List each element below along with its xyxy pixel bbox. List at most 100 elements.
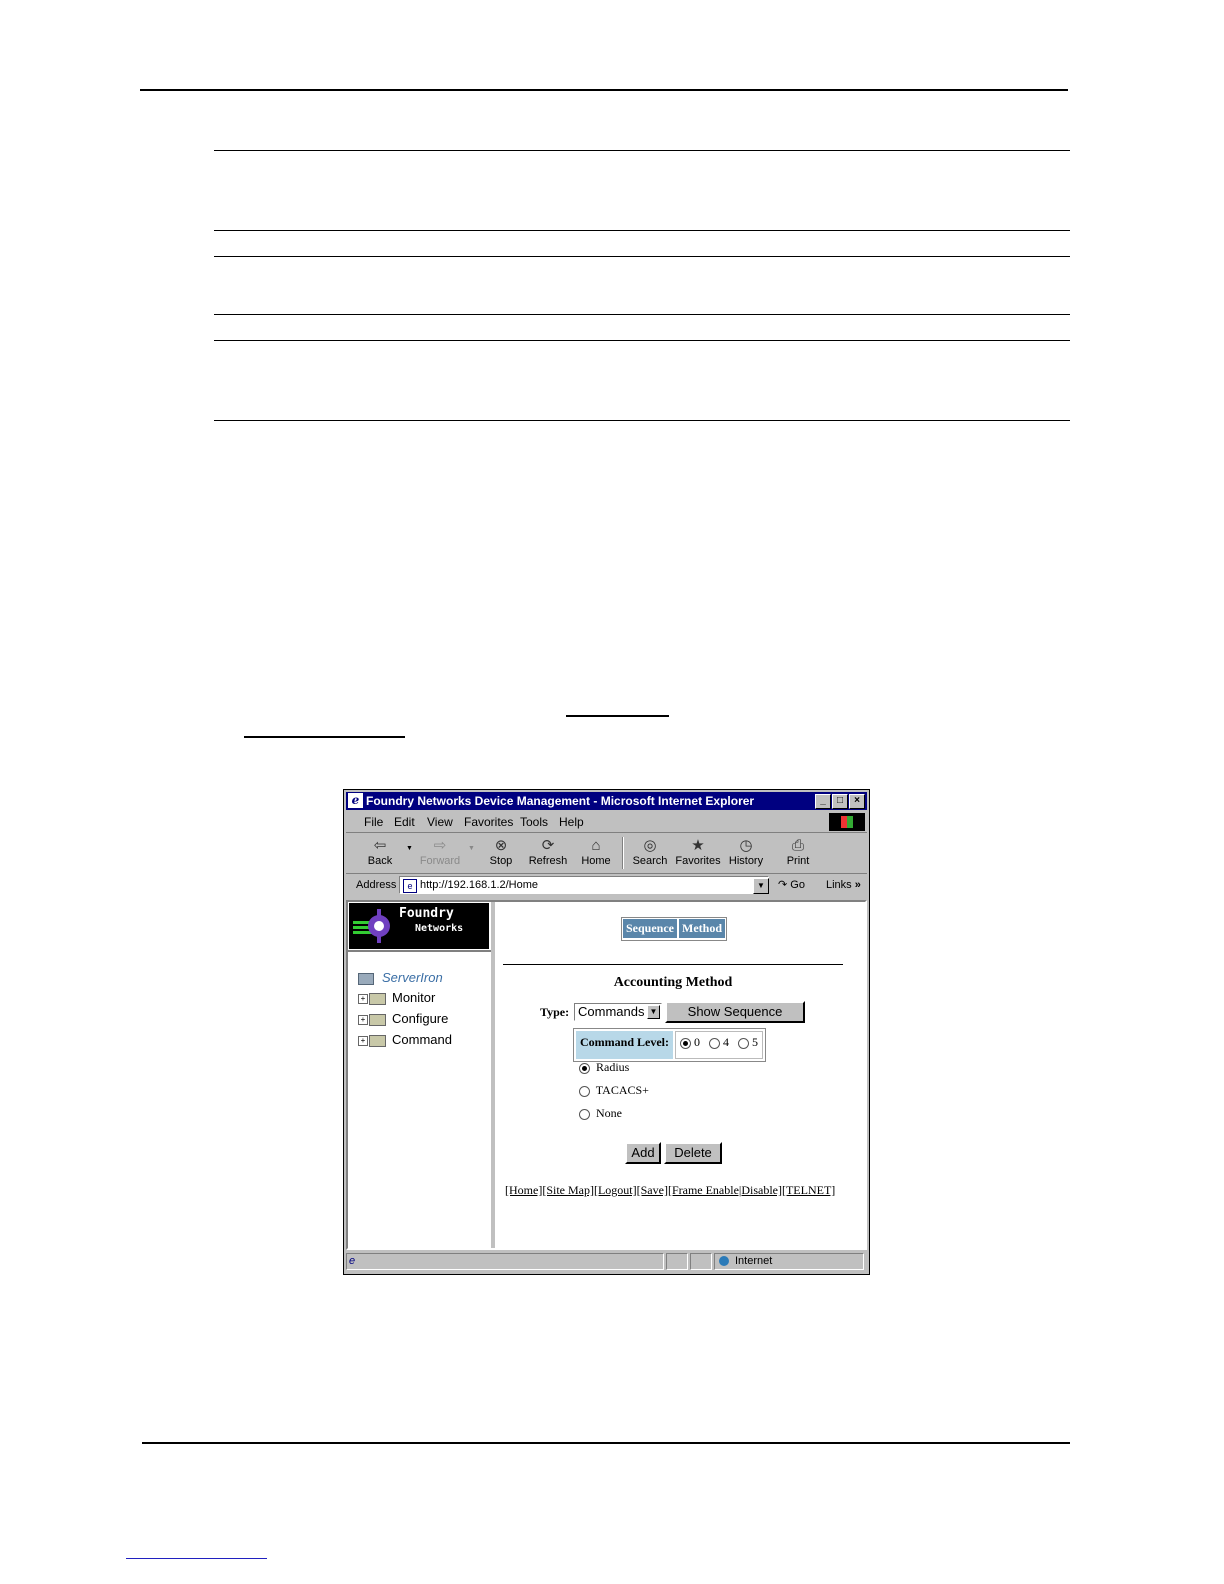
address-input[interactable]: e http://192.168.1.2/Home [399, 876, 769, 894]
level-4-radio[interactable] [709, 1037, 720, 1049]
go-arrow-icon: ↷ [778, 879, 788, 891]
print-icon: ⎙ [791, 837, 804, 854]
page-icon: e [403, 879, 417, 893]
toolbar: ⇦ Back ▼ ⇨ Forward ▼ ⊗ Stop ⟳ Refresh ⌂ Home … [346, 833, 867, 874]
server-icon [358, 972, 374, 985]
minimize-button[interactable]: _ [815, 794, 831, 809]
table-rule-1 [214, 150, 1070, 151]
none-radio[interactable] [579, 1108, 590, 1120]
tab-strip: Sequence Method [621, 917, 727, 941]
show-sequence-button[interactable]: Show Sequence [665, 1001, 805, 1023]
browser-window: e Foundry Networks Device Management - M… [343, 789, 870, 1275]
home-icon: ⌂ [591, 837, 601, 854]
command-level-group: Command Level: 0 4 5 [573, 1028, 766, 1062]
menu-file[interactable]: File [364, 815, 383, 829]
delete-button[interactable]: Delete [664, 1142, 722, 1164]
menu-help[interactable]: Help [559, 815, 584, 829]
method-option-none[interactable]: None [579, 1106, 622, 1121]
links-button[interactable]: Links » [826, 879, 861, 891]
back-dropdown-icon[interactable]: ▼ [406, 845, 413, 852]
status-panel [666, 1253, 688, 1270]
address-bar: Address e http://192.168.1.2/Home ▼ ↷ Go… [346, 874, 867, 896]
menu-bar: File Edit View Favorites Tools Help [346, 812, 867, 833]
back-arrow-icon: ⇦ [373, 837, 387, 854]
page-frames: Foundry Networks ServerIron + Monitor + Co… [346, 900, 867, 1250]
type-label: Type: [540, 1005, 570, 1019]
command-level-options: 0 4 5 [675, 1031, 763, 1059]
go-button[interactable]: ↷ Go [778, 878, 805, 891]
tab-sequence[interactable]: Sequence [623, 919, 677, 938]
table-rule-6 [214, 420, 1070, 421]
tree-root-serveriron[interactable]: ServerIron [358, 970, 443, 985]
content-divider [503, 964, 843, 965]
favorites-button[interactable]: ★ Favorites [674, 835, 722, 871]
tree-item-monitor[interactable]: + Monitor [358, 990, 435, 1005]
nav-divider [348, 950, 491, 952]
table-rule-5 [214, 340, 1070, 341]
level-5-radio[interactable] [738, 1037, 749, 1049]
tacacs-radio[interactable] [579, 1085, 590, 1097]
chevron-right-icon: » [854, 879, 861, 891]
method-option-radius[interactable]: Radius [579, 1060, 629, 1075]
logo-text-foundry: Foundry [399, 906, 454, 921]
ie-icon: e [348, 793, 363, 808]
search-icon: ◎ [643, 837, 657, 854]
table-rule-3 [214, 256, 1070, 257]
type-select[interactable]: Commands ▼ [574, 1003, 662, 1021]
refresh-button[interactable]: ⟳ Refresh [526, 835, 570, 871]
folder-icon [369, 992, 386, 1005]
back-button[interactable]: ⇦ Back [358, 835, 402, 871]
header-rule [140, 89, 1068, 91]
tree-item-command[interactable]: + Command [358, 1032, 452, 1047]
home-button[interactable]: ⌂ Home [574, 835, 618, 871]
globe-icon [719, 1256, 729, 1267]
expand-icon[interactable]: + [358, 1035, 368, 1046]
page-title: Accounting Method [613, 975, 733, 990]
history-button[interactable]: ◷ History [724, 835, 768, 871]
add-button[interactable]: Add [625, 1142, 661, 1164]
tab-method[interactable]: Method [679, 919, 725, 938]
status-bar: e Internet [346, 1252, 867, 1272]
forward-arrow-icon: ⇨ [433, 837, 447, 854]
page-icon: e [349, 1255, 356, 1267]
foundry-logo: Foundry Networks [349, 903, 489, 949]
close-button[interactable]: × [849, 794, 865, 809]
menu-view[interactable]: View [427, 815, 453, 829]
refresh-icon: ⟳ [541, 837, 555, 854]
content-frame: Sequence Method Accounting Method Type: C… [495, 902, 865, 1248]
print-button[interactable]: ⎙ Print [776, 835, 820, 871]
expand-icon[interactable]: + [358, 993, 368, 1004]
search-button[interactable]: ◎ Search [628, 835, 672, 871]
logo-text-networks: Networks [415, 923, 464, 934]
history-icon: ◷ [739, 837, 753, 854]
maximize-button[interactable]: □ [832, 794, 848, 809]
forward-button[interactable]: ⇨ Forward [418, 835, 462, 871]
address-url: http://192.168.1.2/Home [420, 879, 539, 891]
table-rule-4 [214, 314, 1070, 315]
window-title: Foundry Networks Device Management - Mic… [366, 794, 755, 808]
title-bar[interactable]: e Foundry Networks Device Management - M… [346, 792, 867, 810]
expand-icon[interactable]: + [358, 1014, 368, 1025]
hyperlink-underline[interactable] [244, 736, 405, 738]
forward-dropdown-icon[interactable]: ▼ [468, 845, 475, 852]
address-dropdown-icon[interactable]: ▼ [753, 878, 769, 894]
address-label: Address [356, 879, 397, 891]
toolbar-separator [622, 837, 624, 869]
menu-edit[interactable]: Edit [394, 815, 415, 829]
level-0-radio[interactable] [680, 1037, 691, 1049]
status-zone: Internet [714, 1253, 864, 1270]
method-option-tacacs[interactable]: TACACS+ [579, 1083, 649, 1098]
footer-links[interactable]: [Home][Site Map][Logout][Save][Frame Ena… [505, 1183, 835, 1198]
stop-button[interactable]: ⊗ Stop [479, 835, 523, 871]
command-level-label: Command Level: [576, 1031, 673, 1059]
footer-rule [142, 1442, 1070, 1444]
footnote-link-underline[interactable] [126, 1558, 267, 1559]
hyperlink-underline[interactable] [566, 715, 669, 717]
menu-favorites[interactable]: Favorites [464, 815, 513, 829]
tree-item-configure[interactable]: + Configure [358, 1011, 448, 1026]
stop-icon: ⊗ [494, 837, 508, 854]
menu-tools[interactable]: Tools [520, 815, 548, 829]
foundry-logo-icon [353, 909, 390, 943]
radius-radio[interactable] [579, 1062, 590, 1074]
folder-icon [369, 1013, 386, 1026]
